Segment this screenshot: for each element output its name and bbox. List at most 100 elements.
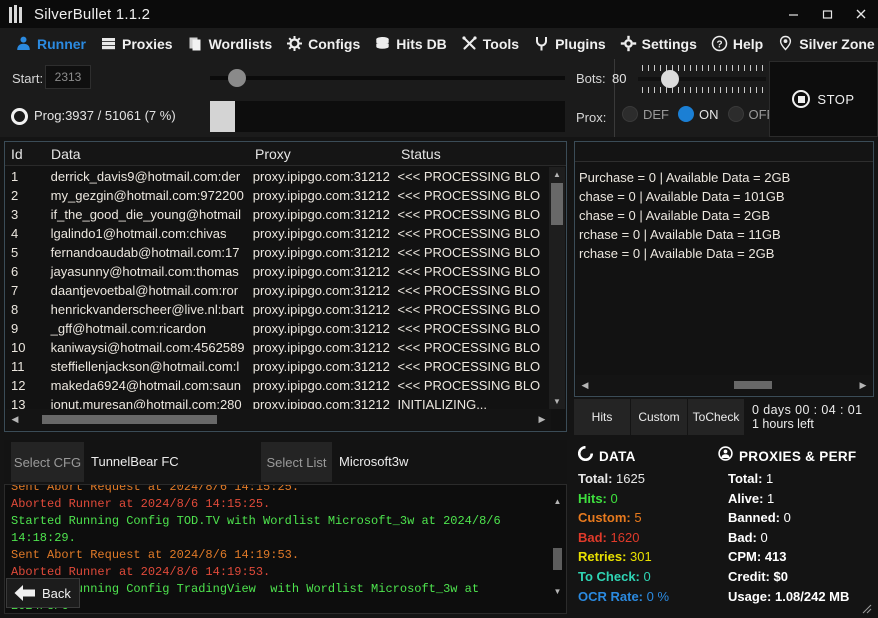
bots-slider-thumb[interactable] (661, 70, 679, 88)
scrollbar-thumb[interactable] (553, 548, 562, 570)
menu-label: Runner (37, 36, 86, 52)
proxies-stats-title: PROXIES & PERF (739, 449, 856, 464)
scroll-left-icon[interactable]: ◀ (6, 414, 24, 425)
stop-button[interactable]: STOP (769, 61, 878, 137)
select-list-button[interactable]: Select List (261, 442, 332, 482)
hscrollbar-track[interactable] (594, 375, 854, 396)
bottom-log-scrollbar[interactable]: ▲ ▼ (550, 486, 565, 612)
progress-radio[interactable] (11, 108, 28, 125)
stat-value: 301 (626, 549, 651, 564)
hscrollbar-track[interactable] (24, 409, 533, 430)
table-row[interactable]: 12makeda6924@hotmail.com:saunproxy.ipipg… (5, 376, 550, 395)
table-row[interactable]: 3if_the_good_die_young@hotmailproxy.ipip… (5, 205, 550, 224)
cell-data: henrickvanderscheer@live.nl:bart (45, 302, 247, 317)
tools-icon (461, 35, 478, 52)
column-header-data[interactable]: Data (45, 146, 249, 162)
menu-item-settings[interactable]: Settings (613, 28, 704, 59)
cell-proxy: proxy.ipipgo.com:31212 (247, 283, 392, 298)
scroll-right-icon[interactable]: ▶ (533, 414, 551, 425)
tab-tocheck[interactable]: ToCheck (688, 399, 745, 435)
scrollbar-thumb[interactable] (551, 183, 563, 225)
selected-list-value: Microsoft3w (339, 454, 408, 469)
start-slider[interactable] (210, 69, 565, 87)
stat-value: 0 (640, 569, 651, 584)
column-header-proxy[interactable]: Proxy (249, 146, 395, 162)
back-button-label: Back (42, 586, 71, 601)
hscrollbar-thumb[interactable] (734, 381, 772, 389)
menu-item-wordlists[interactable]: Wordlists (180, 28, 280, 59)
stat-key: To Check: (578, 569, 640, 584)
menu-item-hits-db[interactable]: Hits DB (367, 28, 454, 59)
minimize-button[interactable] (776, 0, 810, 28)
table-row[interactable]: 11steffiellenjackson@hotmail.com:lproxy.… (5, 357, 550, 376)
right-log-header (575, 142, 873, 162)
table-row[interactable]: 9_gff@hotmail.com:ricardonproxy.ipipgo.c… (5, 319, 550, 338)
stat-key: Alive: (728, 491, 763, 506)
menu-item-runner[interactable]: Runner (8, 28, 93, 59)
table-row[interactable]: 5fernandoaudab@hotmail.com:17proxy.ipipg… (5, 243, 550, 262)
start-input[interactable]: 2313 (45, 65, 91, 89)
scroll-right-icon[interactable]: ▶ (854, 380, 872, 391)
cell-data: jayasunny@hotmail.com:thomas (45, 264, 247, 279)
cell-data: kaniwaysi@hotmail.com:4562589 (45, 340, 247, 355)
menu-item-plugins[interactable]: Plugins (526, 28, 613, 59)
tab-hits[interactable]: Hits (574, 399, 631, 435)
table-vertical-scrollbar[interactable]: ▲ ▼ (549, 167, 565, 409)
tab-custom[interactable]: Custom (631, 399, 688, 435)
prox-radio-on[interactable]: ON (678, 106, 719, 122)
column-header-id[interactable]: Id (5, 146, 45, 162)
timer-elapsed: 0 days 00 : 04 : 01 (752, 403, 874, 417)
bottom-log-content: Sent Abort Request at 2024/8/6 14:15:25.… (11, 484, 535, 614)
stat-value: 0 (780, 510, 791, 525)
bots-slider-group: 80 (576, 65, 771, 95)
scroll-left-icon[interactable]: ◀ (576, 380, 594, 391)
resize-grip-icon[interactable] (860, 602, 872, 614)
bots-slider-track[interactable] (638, 77, 766, 81)
table-row[interactable]: 10kaniwaysi@hotmail.com:4562589proxy.ipi… (5, 338, 550, 357)
menu-item-silver-zone[interactable]: Silver Zone (770, 28, 878, 59)
stat-key: Bad: (578, 530, 607, 545)
menu-item-help[interactable]: ? Help (704, 28, 770, 59)
table-row[interactable]: 1derrick_davis9@hotmail.com:derproxy.ipi… (5, 167, 550, 186)
scroll-down-icon[interactable]: ▼ (550, 584, 565, 598)
main-menu-bar: Runner Proxies Wordlists Configs Hits DB… (0, 28, 878, 59)
cell-proxy: proxy.ipipgo.com:31212 (247, 226, 392, 241)
hscrollbar-thumb[interactable] (42, 415, 217, 424)
menu-item-configs[interactable]: Configs (279, 28, 367, 59)
prox-option-label: ON (699, 107, 719, 122)
prox-radio-off[interactable]: OFF (728, 106, 775, 122)
right-log-line: chase = 0 | Available Data = 101GB (579, 187, 873, 206)
table-row[interactable]: 7daantjevoetbal@hotmail.com:rorproxy.ipi… (5, 281, 550, 300)
maximize-button[interactable] (810, 0, 844, 28)
table-row[interactable]: 2my_gezgin@hotmail.com:972200proxy.ipipg… (5, 186, 550, 205)
scroll-up-icon[interactable]: ▲ (549, 167, 565, 182)
table-row[interactable]: 4lgalindo1@hotmail.com:chivasproxy.ipipg… (5, 224, 550, 243)
select-cfg-button[interactable]: Select CFG (11, 442, 84, 482)
silverbullet-window: SilverBullet 1.1.2 Runner Proxies Wordli… (0, 0, 878, 618)
close-button[interactable] (844, 0, 878, 28)
table-horizontal-scrollbar[interactable]: ◀ ▶ (6, 409, 551, 430)
right-log-hscrollbar[interactable]: ◀ ▶ (576, 375, 872, 395)
proxies-stats-column: PROXIES & PERF Total: 1Alive: 1Banned: 0… (718, 446, 874, 606)
log-tabs-row: Hits Custom ToCheck 0 days 00 : 04 : 01 … (574, 399, 874, 435)
scroll-down-icon[interactable]: ▼ (549, 394, 565, 409)
menu-item-tools[interactable]: Tools (454, 28, 526, 59)
table-row[interactable]: 6jayasunny@hotmail.com:thomasproxy.ipipg… (5, 262, 550, 281)
column-header-status[interactable]: Status (395, 146, 550, 162)
menu-item-proxies[interactable]: Proxies (93, 28, 180, 59)
stats-panel: DATA Total: 1625Hits: 0Custom: 5Bad: 162… (574, 440, 874, 616)
window-title: SilverBullet 1.1.2 (34, 6, 150, 23)
stat-key: Bad: (728, 530, 757, 545)
table-row[interactable]: 8henrickvanderscheer@live.nl:bartproxy.i… (5, 300, 550, 319)
settings-icon (620, 35, 637, 52)
menu-label: Hits DB (396, 36, 447, 52)
cell-data: fernandoaudab@hotmail.com:17 (45, 245, 247, 260)
table-row[interactable]: 13ionut.muresan@hotmail.com:280proxy.ipi… (5, 395, 550, 409)
proxy-stat-row: Banned: 0 (718, 508, 874, 528)
start-slider-thumb[interactable] (228, 69, 246, 87)
prox-radio-def[interactable]: DEF (622, 106, 669, 122)
proxies-stats-header: PROXIES & PERF (718, 446, 874, 466)
cell-proxy: proxy.ipipgo.com:31212 (247, 378, 392, 393)
scroll-up-icon[interactable]: ▲ (550, 494, 565, 508)
back-button[interactable]: Back (6, 578, 80, 608)
